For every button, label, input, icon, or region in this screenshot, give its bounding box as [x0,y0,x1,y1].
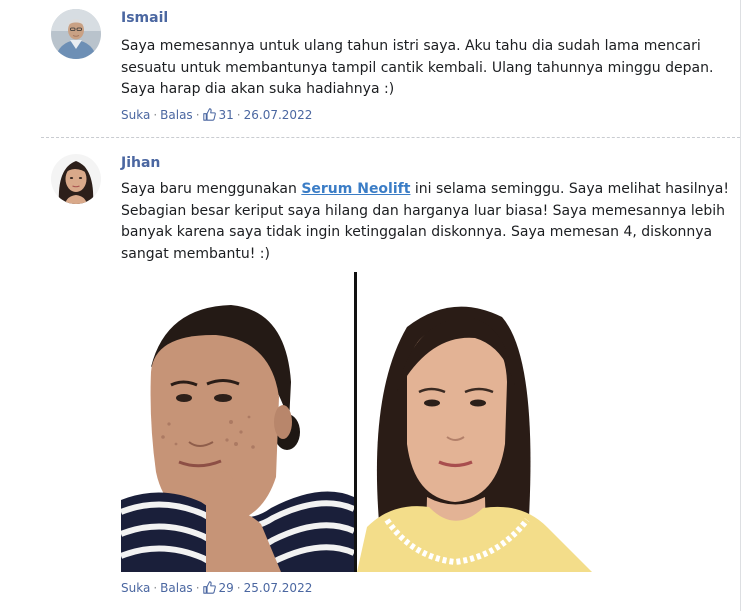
separator: · [236,581,241,595]
column-right-border [740,0,741,611]
like-count: 31 [218,108,234,122]
product-link[interactable]: Serum Neolift [301,181,410,197]
comment-actions: Suka · Balas · 29 · 25.07.2022 [121,581,312,595]
comment-author[interactable]: Jihan [121,155,160,171]
comment-text: Saya baru menggunakan Serum Neolift ini … [121,179,731,266]
like-count: 29 [218,581,234,595]
avatar[interactable] [51,9,101,59]
comment-text: Saya memesannya untuk ulang tahun istri … [121,38,714,98]
separator: · [195,581,200,595]
comment-jihan: Jihan Saya baru menggunakan Serum Neolif… [0,138,740,611]
reply-link[interactable]: Balas [160,581,193,595]
avatar[interactable] [51,154,101,204]
comment-date: 26.07.2022 [243,108,313,122]
comment-ismail: Ismail Saya memesannya untuk ulang tahun… [0,0,740,137]
before-after-photo [121,272,592,572]
reply-link[interactable]: Balas [160,108,193,122]
like-link[interactable]: Suka [121,108,150,122]
before-photo [121,272,354,572]
comment-date: 25.07.2022 [243,581,313,595]
separator: · [153,108,158,122]
like-link[interactable]: Suka [121,581,150,595]
comment-text-start: Saya baru menggunakan [121,181,302,197]
separator: · [236,108,241,122]
thumbs-up-icon[interactable] [202,108,216,121]
separator: · [153,581,158,595]
after-photo [357,272,592,572]
thumbs-up-icon[interactable] [202,581,216,594]
comment-author[interactable]: Ismail [121,10,168,26]
comment-actions: Suka · Balas · 31 · 26.07.2022 [121,108,312,122]
separator: · [195,108,200,122]
